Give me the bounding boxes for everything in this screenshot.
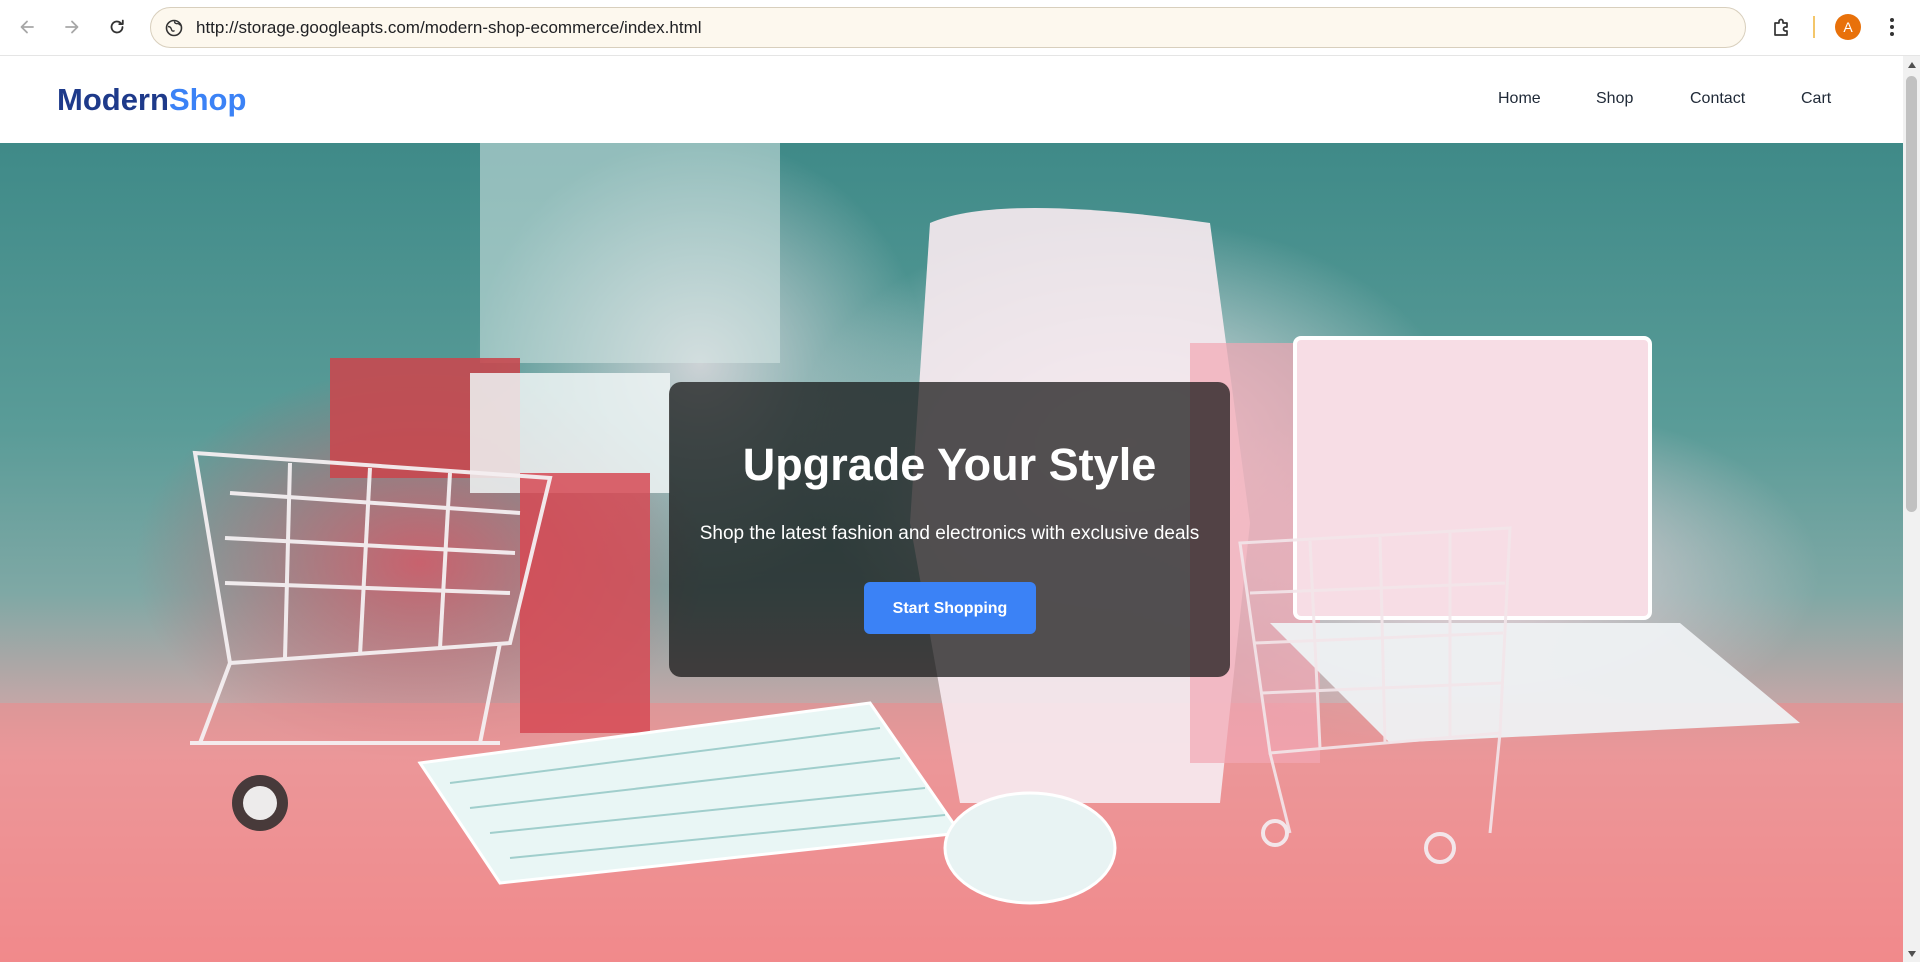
site-info-icon — [165, 19, 183, 37]
site-header: ModernShop Home Shop Contact Cart — [0, 56, 1903, 143]
hero-section: Upgrade Your Style Shop the latest fashi… — [0, 143, 1903, 962]
caret-down-icon — [1907, 950, 1916, 957]
address-bar[interactable]: http://storage.googleapts.com/modern-sho… — [150, 7, 1746, 48]
toolbar-divider — [1813, 16, 1815, 38]
puzzle-icon — [1774, 18, 1788, 36]
back-button[interactable] — [12, 12, 42, 42]
arrow-right-icon — [65, 20, 79, 34]
nav-link-contact[interactable]: Contact — [1690, 90, 1745, 108]
site-logo[interactable]: ModernShop — [57, 82, 246, 118]
nav-link-cart[interactable]: Cart — [1801, 90, 1831, 108]
site-info-button[interactable] — [163, 17, 185, 39]
forward-button[interactable] — [57, 12, 87, 42]
scroll-up-button[interactable] — [1903, 56, 1920, 73]
browser-menu-button[interactable] — [1880, 12, 1904, 42]
reload-icon — [110, 19, 124, 34]
arrow-left-icon — [20, 20, 34, 34]
nav-link-home[interactable]: Home — [1498, 90, 1541, 108]
profile-avatar[interactable]: A — [1835, 14, 1861, 40]
page-viewport: ModernShop Home Shop Contact Cart Upgrad… — [0, 56, 1903, 962]
hero-title: Upgrade Your Style — [742, 439, 1157, 490]
extensions-button[interactable] — [1767, 12, 1797, 42]
logo-text-modern: Modern — [57, 82, 169, 117]
scrollbar-thumb[interactable] — [1906, 76, 1917, 512]
vertical-scrollbar[interactable] — [1903, 56, 1920, 962]
logo-text-shop: Shop — [168, 82, 247, 117]
nav-link-shop[interactable]: Shop — [1596, 90, 1633, 108]
url-text[interactable]: http://storage.googleapts.com/modern-sho… — [196, 8, 702, 47]
hero-card: Upgrade Your Style Shop the latest fashi… — [669, 382, 1230, 677]
caret-up-icon — [1907, 61, 1916, 68]
start-shopping-button[interactable]: Start Shopping — [864, 582, 1036, 634]
hero-subtitle: Shop the latest fashion and electronics … — [699, 523, 1200, 544]
scroll-down-button[interactable] — [1903, 945, 1920, 962]
reload-button[interactable] — [102, 12, 132, 42]
browser-toolbar: http://storage.googleapts.com/modern-sho… — [0, 0, 1920, 56]
kebab-menu-icon — [1890, 18, 1894, 36]
